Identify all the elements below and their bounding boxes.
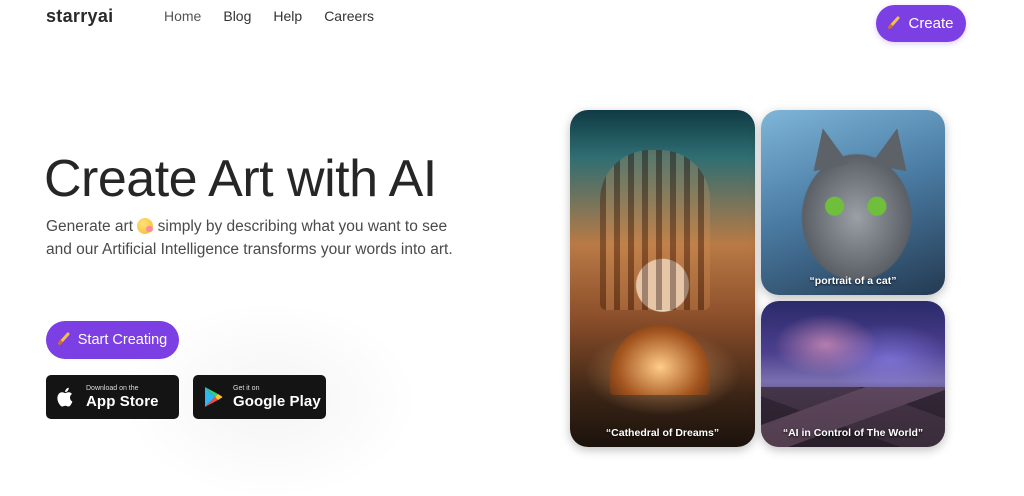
google-play-label: Google Play xyxy=(233,393,321,410)
art-tile-cat[interactable]: “portrait of a cat” xyxy=(761,110,945,295)
app-store-text: Download on the App Store xyxy=(86,385,159,409)
app-store-button[interactable]: Download on the App Store xyxy=(46,375,179,419)
art-tile-cosmos[interactable]: “AI in Control of The World” xyxy=(761,301,945,447)
google-play-small-label: Get it on xyxy=(233,385,260,392)
art-caption: “portrait of a cat” xyxy=(809,275,897,287)
top-nav: Home Blog Help Careers xyxy=(164,8,374,24)
nav-home[interactable]: Home xyxy=(164,8,201,24)
face-emoji-icon xyxy=(137,218,154,234)
paintbrush-icon xyxy=(888,15,902,33)
subtitle-text-start: Generate art xyxy=(46,218,134,235)
paintbrush-icon xyxy=(57,331,72,349)
app-store-label: App Store xyxy=(86,393,159,410)
apple-icon xyxy=(46,375,86,419)
hero-subtitle: Generate art simply by describing what y… xyxy=(46,215,466,261)
art-caption: “AI in Control of The World” xyxy=(782,427,924,439)
nav-help[interactable]: Help xyxy=(273,8,302,24)
cat-ear-right xyxy=(871,124,915,172)
app-store-small-label: Download on the xyxy=(86,385,139,392)
brand-logo[interactable]: starryai xyxy=(46,6,113,27)
create-button-label: Create xyxy=(908,15,954,32)
google-play-icon xyxy=(193,375,233,419)
google-play-text: Get it on Google Play xyxy=(233,385,321,409)
google-play-button[interactable]: Get it on Google Play xyxy=(193,375,326,419)
nav-careers[interactable]: Careers xyxy=(324,8,374,24)
start-creating-button[interactable]: Start Creating xyxy=(46,321,179,359)
art-tile-cathedral[interactable]: “Cathedral of Dreams” xyxy=(570,110,755,447)
art-caption: “Cathedral of Dreams” xyxy=(605,427,720,439)
create-button[interactable]: Create xyxy=(876,5,966,42)
nav-blog[interactable]: Blog xyxy=(223,8,251,24)
start-creating-label: Start Creating xyxy=(77,332,168,348)
hero-title: Create Art with AI xyxy=(44,150,437,208)
cat-ear-left xyxy=(805,124,849,172)
